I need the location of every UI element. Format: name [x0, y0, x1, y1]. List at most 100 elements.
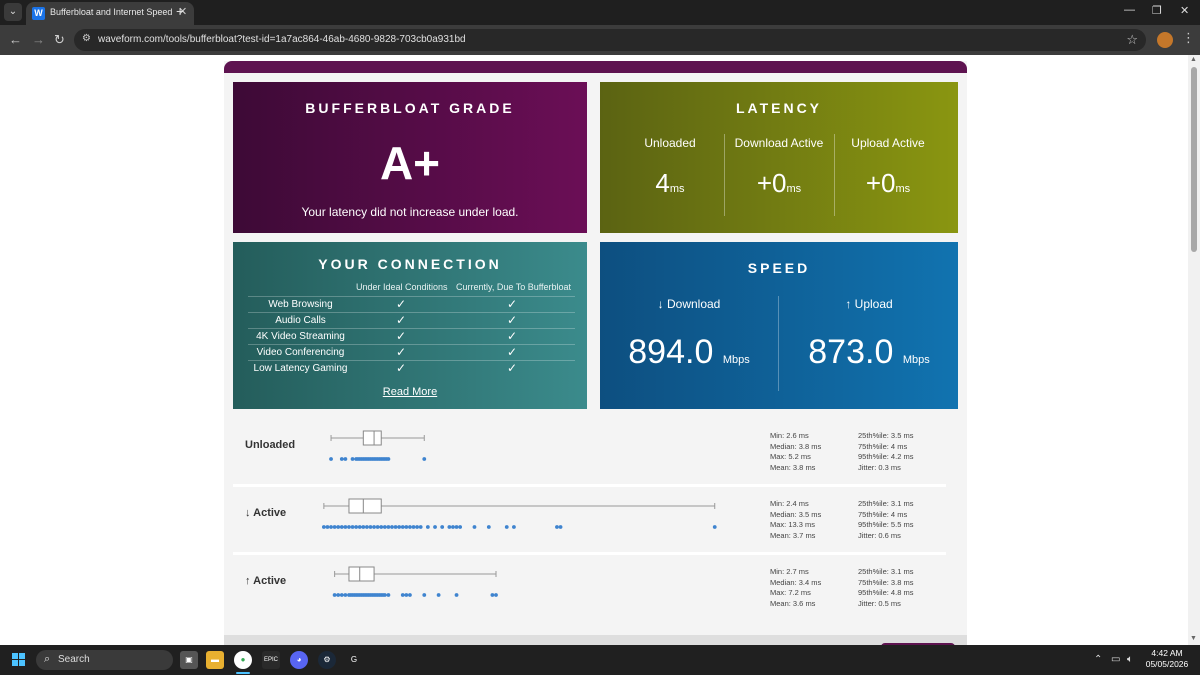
latency-distribution-row: Unloaded Min: 2.6 ms Median: 3.8 ms Max: 5.… — [243, 427, 946, 491]
latency-upload-active: Upload Active +0ms — [833, 136, 943, 199]
latency-sample-dot — [447, 525, 452, 529]
stat-line: 95th%ile: 4.8 ms — [858, 588, 914, 598]
task-view-icon[interactable]: ▣ — [180, 651, 198, 669]
page-scrollbar[interactable]: ▲ ▼ — [1188, 55, 1200, 645]
iqr-box — [348, 498, 382, 514]
current-check-icon: ✓ — [507, 361, 518, 375]
stat-line: Mean: 3.6 ms — [770, 598, 816, 608]
latency-sample-dot — [329, 525, 333, 529]
minimize-icon[interactable]: — — [1124, 4, 1135, 16]
stat-line: Median: 3.4 ms — [770, 577, 822, 587]
latency-sample-dot — [712, 525, 717, 529]
latency-sample-dot — [404, 525, 409, 529]
current-check-icon: ✓ — [507, 297, 518, 311]
bottom-band — [224, 635, 967, 645]
latency-sample-dot — [343, 593, 348, 597]
clock-time: 4:42 AM — [1151, 648, 1183, 658]
latency-sample-dot — [329, 457, 333, 461]
page-viewport: BUFFERBLOAT GRADE A+ Your latency did no… — [0, 55, 1188, 645]
latency-unloaded-label: Unloaded — [644, 136, 696, 150]
new-tab-button[interactable]: + — [176, 3, 184, 19]
grade-value: A+ — [379, 137, 441, 189]
tab-title: Bufferbloat and Internet Speed — [50, 7, 173, 17]
latency-sample-dot — [433, 525, 437, 529]
stat-line: Min: 2.6 ms — [770, 431, 809, 440]
connection-row: Audio Calls ✓ ✓ — [248, 312, 575, 328]
scroll-down-icon[interactable]: ▼ — [1190, 635, 1197, 642]
network-icon[interactable]: ▭ — [1111, 654, 1120, 665]
volume-icon[interactable]: 🔈︎ — [1127, 654, 1133, 665]
latency-sample-dot — [350, 457, 355, 461]
download-value: 894.0 — [628, 333, 714, 371]
discord-icon[interactable]: ◕ — [290, 651, 308, 669]
latency-unit: ms — [895, 183, 911, 195]
speed-card: SPEED ↓ Download 894.0 Mbps ↑ Upload 873… — [600, 242, 958, 409]
latency-sample-dot — [379, 525, 384, 529]
stat-line: 75th%ile: 4 ms — [858, 441, 908, 451]
stat-line: Median: 3.5 ms — [770, 509, 822, 519]
tab-strip: ⌄ W Bufferbloat and Internet Speed ✕ + —… — [0, 0, 1200, 25]
chrome-icon[interactable]: ● — [234, 651, 252, 669]
connection-row-label: Video Conferencing — [256, 347, 345, 358]
epic-games-icon[interactable]: EPIC — [262, 651, 280, 669]
latency-sample-dot — [339, 457, 344, 461]
back-icon[interactable]: ← — [9, 32, 22, 47]
latency-sample-dot — [400, 525, 405, 529]
latency-upload-value: +0 — [865, 168, 896, 198]
latency-sample-dot — [382, 593, 387, 597]
latency-boxplot — [332, 566, 498, 597]
latency-sample-dot — [332, 593, 337, 597]
stat-line: 25th%ile: 3.5 ms — [858, 431, 914, 440]
reload-icon[interactable]: ↻ — [54, 32, 65, 48]
game-launcher-icon[interactable]: G — [345, 651, 363, 669]
windows-start-icon[interactable] — [12, 653, 26, 667]
latency-title: LATENCY — [735, 100, 823, 116]
browser-menu-icon[interactable]: ⋮ — [1182, 30, 1195, 46]
current-check-icon: ✓ — [507, 345, 518, 359]
tab-search-button[interactable]: ⌄ — [4, 3, 22, 21]
connection-row: Web Browsing ✓ ✓ — [248, 296, 575, 312]
stat-line: Mean: 3.7 ms — [770, 530, 816, 540]
windows-taskbar: ⌕ Search ▣ ▬ ● EPIC ◕ ⚙ G ⌃ ▭ 🔈︎ 4:42 AM… — [0, 645, 1200, 675]
latency-sample-dot — [321, 525, 326, 529]
close-window-icon[interactable]: ✕ — [1180, 4, 1189, 17]
latency-sample-dot — [408, 593, 412, 597]
stat-line: Min: 2.4 ms — [770, 499, 809, 508]
upload-value: 873.0 — [808, 333, 894, 371]
site-info-icon[interactable]: ⚙ — [82, 33, 91, 44]
scroll-up-icon[interactable]: ▲ — [1190, 56, 1197, 63]
scrollbar-thumb[interactable] — [1191, 67, 1197, 252]
browser-tab[interactable]: W Bufferbloat and Internet Speed ✕ — [26, 2, 194, 25]
latency-sample-dot — [555, 525, 559, 529]
latency-sample-dot — [558, 525, 563, 529]
latency-sample-dot — [347, 525, 351, 529]
connection-row-label: Web Browsing — [268, 299, 333, 310]
forward-icon[interactable]: → — [32, 32, 45, 47]
read-more-link[interactable]: Read More — [233, 386, 587, 398]
connection-title: YOUR CONNECTION — [318, 256, 502, 272]
restore-icon[interactable]: ❐ — [1152, 4, 1162, 17]
taskbar-search[interactable]: ⌕ Search — [36, 650, 173, 670]
latency-sample-dot — [382, 525, 387, 529]
file-explorer-icon[interactable]: ▬ — [206, 651, 224, 669]
upload-speed: ↑ Upload 873.0 Mbps — [780, 297, 958, 372]
latency-sample-dot — [400, 593, 405, 597]
profile-avatar[interactable] — [1157, 32, 1173, 48]
clock-date: 05/05/2026 — [1145, 659, 1189, 669]
latency-sample-dot — [393, 525, 398, 529]
bookmark-star-icon[interactable]: ☆ — [1126, 32, 1138, 48]
latency-sample-dot — [325, 525, 330, 529]
stat-line: 25th%ile: 3.1 ms — [858, 567, 914, 576]
latency-unloaded: Unloaded 4ms — [615, 136, 725, 199]
latency-sample-dot — [386, 593, 391, 597]
tray-overflow-icon[interactable]: ⌃ — [1094, 654, 1102, 665]
address-bar[interactable]: ⚙ waveform.com/tools/bufferbloat?test-id… — [74, 29, 1146, 51]
stats-right: 25th%ile: 3.1 ms 75th%ile: 3.8 ms 95th%ile… — [858, 567, 913, 609]
latency-sample-dot — [361, 525, 366, 529]
connection-row-label: Low Latency Gaming — [253, 363, 348, 374]
latency-distribution-row: ↑ Active Min: 2.7 ms Median: 3.4 ms Max: 7.… — [243, 563, 946, 627]
latency-sample-dot — [336, 593, 341, 597]
url-text[interactable]: waveform.com/tools/bufferbloat?test-id=1… — [98, 34, 466, 45]
steam-icon[interactable]: ⚙ — [318, 651, 336, 669]
system-clock[interactable]: 4:42 AM 05/05/2026 — [1142, 648, 1192, 670]
